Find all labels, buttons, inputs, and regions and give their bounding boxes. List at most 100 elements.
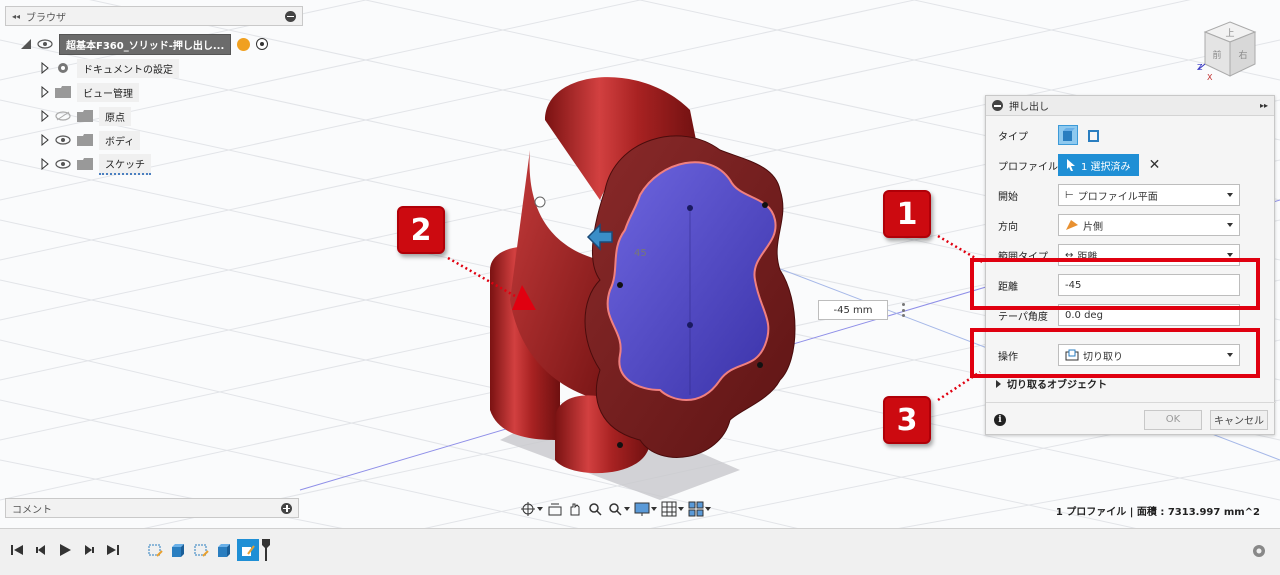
more-options-icon[interactable] bbox=[900, 301, 906, 319]
grid-settings-tool[interactable] bbox=[661, 501, 684, 517]
extrude-type-solid-button[interactable] bbox=[1058, 125, 1078, 145]
cursor-arrow-icon bbox=[1067, 159, 1075, 171]
objects-to-cut-label: 切り取るオブジェクト bbox=[1007, 380, 1107, 391]
grid-icon bbox=[661, 501, 677, 517]
timeline-active-extrude[interactable] bbox=[237, 539, 259, 561]
tree-item-label: ボディ bbox=[99, 130, 141, 150]
objects-to-cut-section[interactable]: 切り取るオブジェクト bbox=[996, 376, 1107, 391]
folder-icon bbox=[77, 134, 93, 146]
eye-icon[interactable] bbox=[37, 39, 53, 49]
arrow-distance-label: 45 bbox=[634, 248, 647, 259]
eye-hidden-icon[interactable] bbox=[55, 111, 71, 121]
add-comment-icon[interactable] bbox=[281, 502, 292, 514]
direction-row: 方向 片側 bbox=[986, 212, 1276, 238]
cancel-button[interactable]: キャンセル bbox=[1210, 409, 1268, 430]
expand-triangle-icon[interactable] bbox=[41, 110, 49, 122]
timeline-settings-gear-icon[interactable] bbox=[1250, 542, 1268, 560]
tree-item-bodies[interactable]: ボディ bbox=[41, 130, 141, 150]
ok-button[interactable]: OK bbox=[1144, 409, 1202, 430]
extrude-edit-icon bbox=[242, 545, 255, 556]
timeline-sketch-1[interactable] bbox=[145, 540, 165, 560]
expanded-triangle-icon[interactable] bbox=[21, 39, 31, 49]
extrude-icon bbox=[172, 544, 184, 557]
eye-icon[interactable] bbox=[55, 135, 71, 145]
skip-to-end-icon[interactable] bbox=[106, 543, 120, 557]
extrude-icon bbox=[218, 544, 230, 557]
viewcube-top-label: 上 bbox=[1225, 28, 1234, 39]
expand-triangle-icon[interactable] bbox=[41, 134, 49, 146]
fit-tool[interactable] bbox=[607, 501, 630, 517]
tree-item-document-settings[interactable]: ドキュメントの設定 bbox=[41, 58, 179, 78]
magnifier-fit-icon bbox=[609, 503, 622, 516]
look-at-icon bbox=[548, 503, 562, 516]
timeline-marker[interactable] bbox=[262, 539, 270, 561]
eye-icon[interactable] bbox=[55, 159, 71, 169]
browser-header[interactable]: ◂◂ ブラウザ bbox=[5, 6, 303, 26]
play-icon[interactable] bbox=[58, 543, 72, 557]
viewcube-axis-x: X bbox=[1207, 73, 1213, 82]
viewports-icon bbox=[688, 501, 704, 517]
comment-bar[interactable]: コメント bbox=[5, 498, 299, 518]
profile-label: プロファイル bbox=[998, 161, 1058, 173]
status-text: 1 プロファイル | 面積 : 7313.997 mm^2 bbox=[1055, 507, 1260, 518]
timeline-extrude-2[interactable] bbox=[214, 540, 234, 560]
info-icon[interactable]: i bbox=[994, 413, 1006, 426]
display-settings-tool[interactable] bbox=[634, 501, 657, 517]
expand-dialog-icon[interactable]: ▸▸ bbox=[1260, 101, 1268, 110]
expand-triangle-icon[interactable] bbox=[41, 62, 49, 74]
pan-tool[interactable] bbox=[567, 501, 583, 517]
thin-extrude-icon bbox=[1088, 130, 1099, 142]
timeline-extrude-1[interactable] bbox=[168, 540, 188, 560]
tree-item-origin[interactable]: 原点 bbox=[41, 106, 131, 126]
activate-radio[interactable] bbox=[256, 38, 269, 50]
dialog-footer: i OK キャンセル bbox=[986, 402, 1276, 436]
dialog-title: 押し出し bbox=[1009, 102, 1049, 113]
collapse-dialog-icon[interactable] bbox=[992, 100, 1003, 111]
callout-2: 2 bbox=[397, 206, 445, 254]
start-select[interactable]: ⊢ プロファイル平面 bbox=[1058, 184, 1240, 206]
skip-to-start-icon[interactable] bbox=[10, 543, 24, 557]
chevron-down-icon bbox=[678, 507, 684, 511]
step-back-icon[interactable] bbox=[34, 543, 48, 557]
model-body[interactable] bbox=[490, 77, 796, 474]
highlight-distance bbox=[970, 258, 1260, 310]
orbit-tool[interactable] bbox=[520, 501, 543, 517]
highlight-operation bbox=[970, 328, 1260, 378]
direction-select[interactable]: 片側 bbox=[1058, 214, 1240, 236]
profile-select-button[interactable]: 1 選択済み bbox=[1058, 154, 1139, 176]
navigation-bar bbox=[520, 498, 760, 520]
gear-icon bbox=[58, 63, 68, 73]
root-component-label[interactable]: 超基本F360_ソリッド-押し出し... bbox=[59, 33, 232, 55]
viewports-tool[interactable] bbox=[688, 501, 711, 517]
step-forward-icon[interactable] bbox=[82, 543, 96, 557]
tree-item-label: ビュー管理 bbox=[77, 82, 139, 102]
extrude-type-thin-button[interactable] bbox=[1084, 125, 1104, 145]
profile-row: プロファイル 1 選択済み ✕ bbox=[986, 152, 1276, 178]
chevron-down-icon bbox=[1227, 223, 1233, 227]
tree-root[interactable]: 超基本F360_ソリッド-押し出し... bbox=[21, 33, 269, 55]
clear-selection-icon[interactable]: ✕ bbox=[1147, 157, 1163, 173]
tree-item-views[interactable]: ビュー管理 bbox=[41, 82, 139, 102]
expand-triangle-icon[interactable] bbox=[41, 158, 49, 170]
distance-input-box[interactable]: -45 mm bbox=[818, 300, 888, 320]
one-side-icon bbox=[1066, 220, 1078, 230]
expand-triangle-icon[interactable] bbox=[41, 86, 49, 98]
profile-plane-icon: ⊢ bbox=[1065, 189, 1074, 201]
profile-selected-text: 1 選択済み bbox=[1081, 161, 1131, 173]
tree-item-label: 原点 bbox=[99, 106, 131, 126]
sketch-icon bbox=[148, 544, 163, 557]
timeline bbox=[0, 528, 1280, 575]
minimize-icon[interactable] bbox=[285, 10, 296, 22]
active-badge-icon bbox=[237, 37, 251, 51]
look-at-tool[interactable] bbox=[547, 501, 563, 517]
type-label: タイプ bbox=[998, 131, 1028, 143]
collapse-left-icon[interactable]: ◂◂ bbox=[12, 12, 20, 21]
viewcube[interactable]: 上 前 右 Z X bbox=[1195, 14, 1265, 84]
tree-item-sketches[interactable]: スケッチ bbox=[41, 153, 151, 175]
comment-label: コメント bbox=[12, 504, 52, 516]
browser-title: ブラウザ bbox=[26, 12, 67, 24]
dialog-header[interactable]: 押し出し ▸▸ bbox=[986, 96, 1274, 116]
direction-label: 方向 bbox=[998, 221, 1018, 233]
timeline-sketch-2[interactable] bbox=[191, 540, 211, 560]
zoom-tool[interactable] bbox=[587, 501, 603, 517]
